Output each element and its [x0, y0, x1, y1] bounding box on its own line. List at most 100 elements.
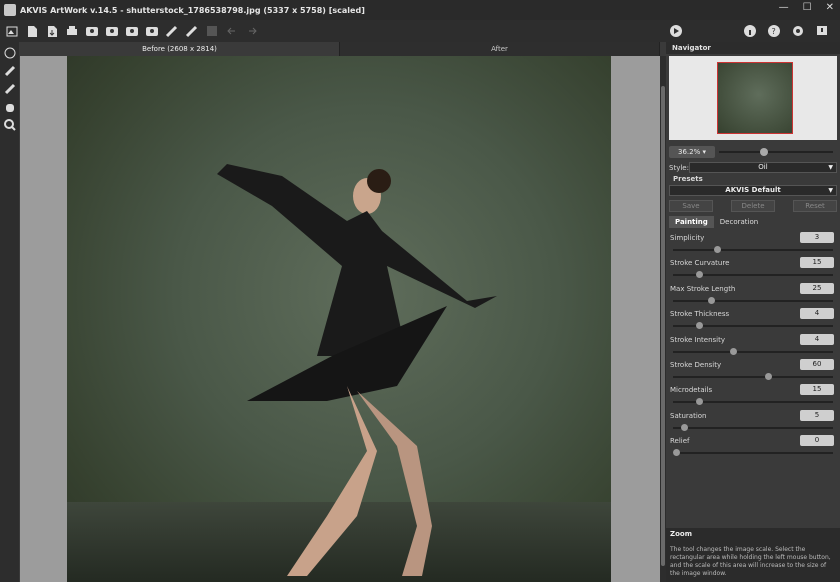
- style-label: Style:: [669, 163, 689, 172]
- param-slider-track[interactable]: [673, 350, 833, 353]
- ballerina-photo: [67, 56, 611, 582]
- help-icon[interactable]: ?: [766, 24, 782, 38]
- minimize-icon[interactable]: —: [779, 2, 789, 13]
- help-text: The tool changes the image scale. Select…: [670, 546, 831, 577]
- tab-decoration[interactable]: Decoration: [714, 216, 764, 228]
- paint-brush-icon[interactable]: [3, 64, 17, 78]
- param-value-input[interactable]: 3: [800, 232, 834, 243]
- navigator-preview[interactable]: [669, 56, 837, 140]
- param-saturation: Saturation 5: [669, 409, 837, 435]
- canvas-area: Before (2608 x 2814) After: [20, 42, 660, 582]
- scroll-thumb[interactable]: [661, 86, 665, 566]
- param-value-input[interactable]: 4: [800, 308, 834, 320]
- open-icon[interactable]: [24, 24, 40, 38]
- param-slider-knob[interactable]: [695, 271, 703, 279]
- zoom-slider[interactable]: [719, 146, 837, 158]
- image-viewport[interactable]: [20, 56, 660, 582]
- save-preset-button[interactable]: Save: [669, 200, 713, 212]
- notification-icon[interactable]: [814, 24, 830, 38]
- maximize-icon[interactable]: ☐: [803, 2, 812, 13]
- param-slider-knob[interactable]: [673, 449, 680, 457]
- parameters-list: Simplicity 3 Stroke Curvature 15 Max Stroke …: [666, 232, 840, 461]
- param-label: Relief: [670, 437, 690, 446]
- help-title: Zoom: [670, 530, 692, 538]
- param-stroke-thickness: Stroke Thickness 4: [669, 308, 837, 333]
- param-max-stroke-length: Max Stroke Length 25: [669, 282, 837, 308]
- param-stroke-density: Stroke Density 60: [669, 358, 837, 384]
- param-label: Simplicity: [670, 234, 705, 242]
- param-label: Stroke Intensity: [670, 335, 725, 344]
- style-select[interactable]: Oil ▼: [689, 162, 837, 173]
- info-icon[interactable]: [742, 24, 758, 38]
- param-slider-knob[interactable]: [708, 296, 716, 304]
- param-label: Stroke Density: [670, 360, 722, 369]
- save-icon[interactable]: [44, 24, 60, 38]
- ballerina-silhouette: [217, 164, 497, 576]
- param-value-input[interactable]: 15: [800, 257, 834, 269]
- param-label: Max Stroke Length: [670, 284, 736, 293]
- export-preset-icon[interactable]: [104, 24, 120, 38]
- param-slider-knob[interactable]: [680, 423, 688, 431]
- home-icon[interactable]: [4, 24, 20, 38]
- brush-settings-icon[interactable]: [164, 24, 180, 38]
- param-slider-knob[interactable]: [695, 322, 703, 330]
- tab-painting[interactable]: Painting: [669, 216, 714, 228]
- magic-brush-icon[interactable]: [3, 46, 17, 60]
- param-slider-knob[interactable]: [714, 246, 722, 253]
- share-icon[interactable]: [144, 24, 160, 38]
- hand-icon[interactable]: [3, 100, 17, 114]
- import-preset-icon[interactable]: [84, 24, 100, 38]
- param-label: Microdetails: [670, 386, 713, 395]
- param-value-input[interactable]: 60: [800, 358, 834, 370]
- presets-label: Presets: [673, 175, 703, 183]
- zoom-slider-knob[interactable]: [759, 148, 768, 156]
- app-logo-icon: [4, 4, 16, 16]
- param-microdetails: Microdetails 15: [669, 384, 837, 409]
- reset-preset-button[interactable]: Reset: [793, 200, 837, 212]
- settings-panel: Navigator 36.2% ▾ Style: Oil ▼ Presets AK…: [666, 42, 840, 582]
- print-icon[interactable]: [64, 24, 80, 38]
- tab-after[interactable]: After: [340, 42, 660, 56]
- param-value-input[interactable]: 15: [800, 384, 834, 396]
- param-label: Stroke Curvature: [670, 259, 730, 268]
- zoom-icon[interactable]: [3, 118, 17, 132]
- param-label: Saturation: [670, 411, 707, 420]
- brush-settings-2-icon[interactable]: [184, 24, 200, 38]
- tab-before[interactable]: Before (2608 x 2814): [20, 42, 340, 56]
- navigator-thumbnail[interactable]: [717, 62, 793, 134]
- param-simplicity: Simplicity 3: [669, 232, 837, 257]
- param-slider-track[interactable]: [673, 452, 833, 455]
- param-label: Stroke Thickness: [670, 310, 730, 319]
- param-value-input[interactable]: 25: [800, 282, 834, 294]
- param-stroke-intensity: Stroke Intensity 4: [669, 333, 837, 359]
- eraser-icon[interactable]: [3, 82, 17, 96]
- param-slider-knob[interactable]: [764, 372, 772, 380]
- param-slider-track[interactable]: [673, 375, 833, 378]
- preset-select[interactable]: AKVIS Default ▼: [669, 185, 837, 196]
- help-panel: Zoom The tool changes the image scale. S…: [666, 528, 840, 582]
- redo-icon[interactable]: [244, 24, 260, 38]
- play-icon[interactable]: [668, 24, 684, 38]
- param-stroke-curvature: Stroke Curvature 15: [669, 257, 837, 282]
- param-relief: Relief 0: [669, 435, 837, 460]
- zoom-dropdown[interactable]: 36.2% ▾: [669, 146, 715, 158]
- main-toolbar: ?: [0, 20, 840, 42]
- param-value-input[interactable]: 5: [800, 409, 834, 421]
- batch-icon[interactable]: [124, 24, 140, 38]
- settings-icon[interactable]: [790, 24, 806, 38]
- param-value-input[interactable]: 0: [800, 435, 834, 447]
- param-value-input[interactable]: 4: [800, 333, 834, 345]
- disabled-tool-icon: [204, 24, 220, 38]
- close-icon[interactable]: ✕: [826, 2, 834, 13]
- param-slider-track[interactable]: [673, 299, 833, 302]
- param-slider-knob[interactable]: [695, 398, 703, 406]
- delete-preset-button[interactable]: Delete: [731, 200, 775, 212]
- param-slider-knob[interactable]: [729, 347, 737, 355]
- svg-text:?: ?: [772, 27, 776, 36]
- param-slider-track[interactable]: [673, 249, 833, 251]
- undo-icon[interactable]: [224, 24, 240, 38]
- navigator-title: Navigator: [666, 42, 840, 54]
- param-slider-track[interactable]: [673, 426, 833, 429]
- left-toolbar: [0, 42, 19, 582]
- window-title: AKVIS ArtWork v.14.5 - shutterstock_1786…: [20, 5, 365, 15]
